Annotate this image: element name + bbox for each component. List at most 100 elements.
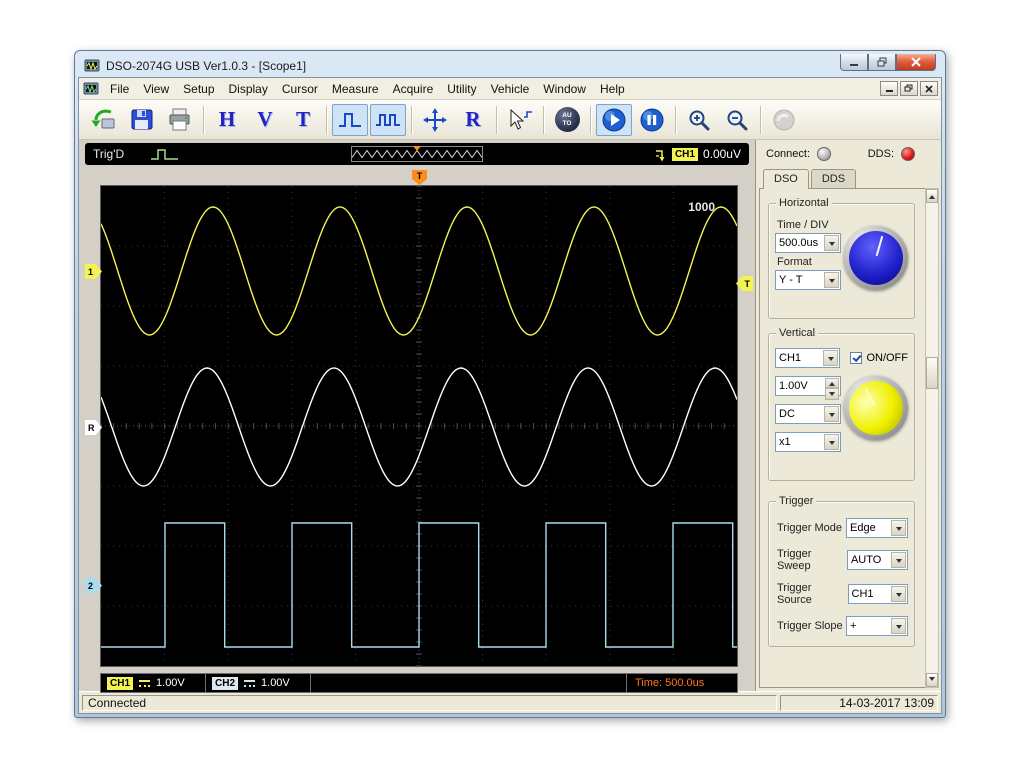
trigger-source-label: Trigger Source bbox=[777, 582, 848, 606]
mdi-minimize-button[interactable] bbox=[880, 81, 898, 96]
vertical-cursor-button[interactable]: V bbox=[247, 104, 283, 136]
cursor-measure-button[interactable] bbox=[502, 104, 538, 136]
refresh-button[interactable]: R bbox=[455, 104, 491, 136]
ch1-scale-box: CH1 1.00V bbox=[100, 673, 206, 693]
dso-tab-page: Horizontal Time / DIV 500.0us Format Y -… bbox=[759, 188, 938, 688]
scope-area: Trig'D CH1 bbox=[79, 140, 755, 691]
mdi-restore-button[interactable] bbox=[900, 81, 918, 96]
trigger-slope-label: Trigger Slope bbox=[777, 620, 843, 632]
trigger-level-value: 0.00uV bbox=[703, 147, 741, 161]
volts-div-spinner[interactable]: 1.00V bbox=[775, 376, 841, 396]
auto-scale-button[interactable] bbox=[417, 104, 453, 136]
connect-led bbox=[817, 147, 831, 161]
double-pulse-wave-icon bbox=[375, 108, 401, 132]
pulse-wave-icon bbox=[337, 108, 363, 132]
waveform-window-2-button[interactable] bbox=[370, 104, 406, 136]
minimize-button[interactable] bbox=[840, 54, 868, 71]
time-div-select[interactable]: 500.0us bbox=[775, 233, 841, 253]
dropdown-arrow-icon bbox=[891, 586, 906, 602]
trigger-mode-select[interactable]: Edge bbox=[846, 518, 908, 538]
save-button[interactable] bbox=[124, 104, 160, 136]
auto-scale-icon bbox=[422, 108, 448, 132]
tab-dso[interactable]: DSO bbox=[763, 169, 809, 189]
horizontal-group-title: Horizontal bbox=[776, 197, 832, 209]
auto-setup-button[interactable]: AUTO bbox=[549, 104, 585, 136]
acquisition-preview-bar[interactable] bbox=[351, 146, 483, 162]
horizontal-knob[interactable] bbox=[844, 226, 908, 290]
ch1-position-marker[interactable]: 1 bbox=[85, 264, 102, 279]
trigger-group-title: Trigger bbox=[776, 495, 816, 507]
trigger-mode-label: Trigger Mode bbox=[777, 522, 842, 534]
horizontal-group: Horizontal Time / DIV 500.0us Format Y -… bbox=[768, 203, 915, 319]
menu-measure[interactable]: Measure bbox=[325, 80, 386, 98]
zoom-out-button[interactable] bbox=[719, 104, 755, 136]
footer-spacer bbox=[310, 673, 627, 693]
dropdown-arrow-icon bbox=[891, 520, 906, 536]
panel-tabs: DSO DDS bbox=[756, 166, 941, 188]
trigger-level-marker[interactable]: T bbox=[736, 276, 753, 291]
ch1-scale-value: 1.00V bbox=[156, 677, 185, 689]
waveform-display bbox=[101, 186, 737, 666]
print-button[interactable] bbox=[162, 104, 198, 136]
menu-bar: File View Setup Display Cursor Measure A… bbox=[79, 78, 941, 100]
channel-onoff-checkbox[interactable]: ON/OFF bbox=[850, 352, 908, 364]
probe-select[interactable]: x1 bbox=[775, 432, 841, 452]
coupling-select[interactable]: DC bbox=[775, 404, 841, 424]
spinner-arrows[interactable] bbox=[825, 378, 839, 394]
toolbar-separator bbox=[203, 106, 204, 134]
menu-view[interactable]: View bbox=[136, 80, 176, 98]
save-icon bbox=[129, 108, 155, 132]
trigger-cursor-button[interactable]: T bbox=[285, 104, 321, 136]
menu-vehicle[interactable]: Vehicle bbox=[484, 80, 537, 98]
menu-acquire[interactable]: Acquire bbox=[386, 80, 441, 98]
format-select[interactable]: Y - T bbox=[775, 270, 841, 290]
scroll-down-button[interactable] bbox=[926, 673, 938, 687]
pause-button[interactable] bbox=[634, 104, 670, 136]
menu-help[interactable]: Help bbox=[593, 80, 632, 98]
dropdown-arrow-icon bbox=[823, 350, 838, 366]
restore-button[interactable] bbox=[868, 54, 896, 71]
scope-footer: CH1 1.00V CH2 1.00V Time: 500.0us bbox=[100, 673, 738, 693]
tab-dds[interactable]: DDS bbox=[811, 169, 856, 188]
trigger-level-icon bbox=[654, 147, 667, 162]
ch2-scale-value: 1.00V bbox=[261, 677, 290, 689]
ch2-coupling-icon bbox=[243, 679, 256, 688]
vertical-knob[interactable] bbox=[844, 376, 908, 440]
cursor-arrow-icon bbox=[507, 108, 533, 132]
window-title: DSO-2074G USB Ver1.0.3 - [Scope1] bbox=[106, 59, 306, 73]
menu-display[interactable]: Display bbox=[222, 80, 275, 98]
toolbar-separator bbox=[543, 106, 544, 134]
mdi-close-button[interactable] bbox=[920, 81, 938, 96]
control-panel: Connect: DDS: DSO DDS Horizontal Time / … bbox=[755, 140, 941, 691]
menu-utility[interactable]: Utility bbox=[440, 80, 483, 98]
auto-setup-icon: AUTO bbox=[555, 107, 580, 132]
trigger-slope-select[interactable]: + bbox=[846, 616, 908, 636]
menu-window[interactable]: Window bbox=[536, 80, 593, 98]
channel-select[interactable]: CH1 bbox=[775, 348, 840, 368]
menu-file[interactable]: File bbox=[103, 80, 136, 98]
trigger-sweep-select[interactable]: AUTO bbox=[847, 550, 908, 570]
snapshot-icon bbox=[771, 108, 797, 132]
vertical-group-title: Vertical bbox=[776, 327, 818, 339]
run-button[interactable] bbox=[596, 104, 632, 136]
menu-setup[interactable]: Setup bbox=[176, 80, 221, 98]
scope-screen[interactable]: 1000 1 R 2 T T bbox=[100, 185, 738, 667]
ref-position-marker[interactable]: R bbox=[85, 420, 102, 435]
knob-pointer bbox=[864, 387, 876, 406]
scroll-thumb[interactable] bbox=[926, 357, 938, 389]
scroll-up-button[interactable] bbox=[926, 189, 938, 203]
title-bar[interactable]: DSO-2074G USB Ver1.0.3 - [Scope1] bbox=[78, 54, 942, 77]
open-button[interactable] bbox=[86, 104, 122, 136]
close-button[interactable] bbox=[896, 54, 936, 71]
dropdown-arrow-icon bbox=[824, 434, 839, 450]
menu-cursor[interactable]: Cursor bbox=[275, 80, 325, 98]
snapshot-button[interactable] bbox=[766, 104, 802, 136]
ch2-position-marker[interactable]: 2 bbox=[85, 578, 102, 593]
panel-scrollbar[interactable] bbox=[925, 188, 939, 688]
waveform-window-1-button[interactable] bbox=[332, 104, 368, 136]
trigger-position-marker[interactable]: T bbox=[412, 170, 427, 185]
horizontal-cursor-button[interactable]: H bbox=[209, 104, 245, 136]
trigger-source-select[interactable]: CH1 bbox=[848, 584, 908, 604]
knob-pointer bbox=[876, 236, 884, 257]
zoom-in-button[interactable] bbox=[681, 104, 717, 136]
